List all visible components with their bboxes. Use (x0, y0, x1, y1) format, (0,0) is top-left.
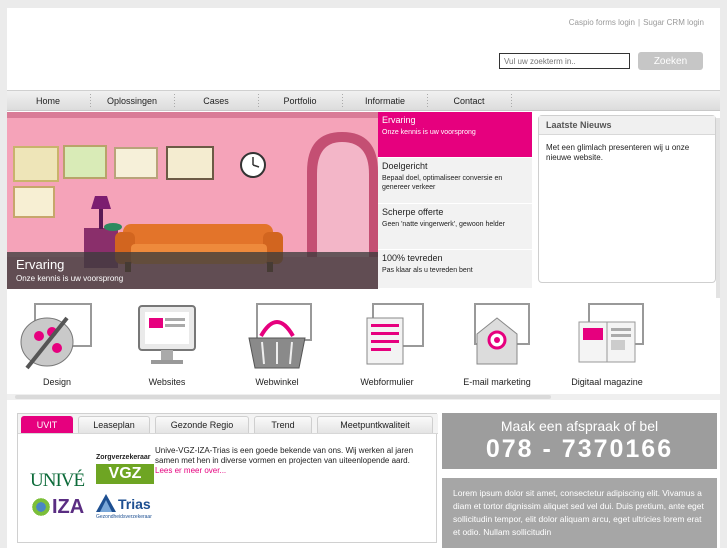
service-email-marketing[interactable]: E-mail marketing (447, 298, 547, 390)
nav-separator (174, 94, 175, 108)
slider-tab-title: 100% tevreden (382, 253, 443, 263)
service-webformulier[interactable]: Webformulier (337, 298, 437, 390)
slider-tab-scherpe-offerte[interactable]: Scherpe offerte Geen 'natte vingerwerk',… (378, 204, 532, 250)
service-label: Webformulier (360, 377, 414, 387)
nav-item-portfolio[interactable]: Portfolio (260, 91, 340, 111)
email-icon (474, 303, 530, 365)
service-webwinkel[interactable]: Webwinkel (227, 298, 327, 390)
news-title: Laatste Nieuws (539, 116, 715, 135)
slider-tab-subtitle: Onze kennis is uw voorsprong (382, 129, 476, 136)
main-nav: Home Oplossingen Cases Portfolio Informa… (7, 90, 720, 111)
tab-gezonde-regio[interactable]: Gezonde Regio (155, 416, 249, 433)
search-input[interactable] (499, 53, 630, 69)
trias-subtitle: Gezondheidsverzekeraar (96, 514, 152, 520)
nav-separator (427, 94, 428, 108)
magazine-icon (578, 303, 644, 363)
nav-separator (342, 94, 343, 108)
partners-tab-bar: UVIT Leaseplan Gezonde Regio Trend Meetp… (18, 414, 438, 434)
slider-tab-subtitle: Geen 'natte vingerwerk', gewoon helder (382, 221, 505, 228)
iza-logo: IZA (52, 496, 85, 518)
page: Caspio forms login|Sugar CRM login Zoeke… (7, 8, 720, 548)
service-label: Webwinkel (255, 377, 299, 387)
slider-tab-title: Doelgericht (382, 161, 428, 171)
call-to-action[interactable]: Maak een afspraak of bel 078 - 7370166 (442, 413, 717, 469)
service-label: Digitaal magazine (571, 377, 643, 387)
tab-uvit[interactable]: UVIT (21, 416, 73, 433)
tab-leaseplan[interactable]: Leaseplan (78, 416, 150, 433)
link-separator: | (638, 18, 641, 27)
slider-caption-subtitle: Onze kennis is uw voorsprong (16, 274, 124, 283)
slider-tab-ervaring[interactable]: Ervaring Onze kennis is uw voorsprong (378, 112, 532, 158)
service-design[interactable]: Design (7, 298, 107, 390)
phone-number[interactable]: 078 - 7370166 (442, 435, 717, 464)
news-text: Met een glimlach presenteren wij u onze … (546, 143, 690, 162)
nav-separator (511, 94, 512, 108)
caspio-login-link[interactable]: Caspio forms login (569, 18, 635, 27)
slider-tab-title: Scherpe offerte (382, 207, 444, 217)
nav-item-home[interactable]: Home (8, 91, 88, 111)
zorgverzekeraar-label: Zorgverzekeraar (96, 454, 151, 461)
news-box: Laatste Nieuws Met een glimlach presente… (538, 115, 716, 283)
slider-tab-doelgericht[interactable]: Doelgericht Bepaal doel, optimaliseer co… (378, 158, 532, 204)
nav-item-oplossingen[interactable]: Oplossingen (92, 91, 172, 111)
search-button[interactable]: Zoeken (638, 52, 703, 70)
slider-tab-tevreden[interactable]: 100% tevreden Pas klaar als u tevreden b… (378, 250, 532, 289)
trias-triangle-icon (96, 494, 116, 512)
partners-text: Unive-VGZ-IZA-Trias is een goede bekende… (155, 446, 414, 465)
nav-item-cases[interactable]: Cases (176, 91, 256, 111)
service-label: E-mail marketing (463, 377, 531, 387)
service-label: Websites (148, 377, 186, 387)
unive-logo: UNIVÉ (30, 470, 85, 491)
service-label: Design (42, 377, 71, 387)
hero-slider: Ervaring Onze kennis is uw voorsprong Er… (7, 112, 532, 289)
vertical-scrollbar[interactable] (716, 118, 720, 298)
partners-panel: UVIT Leaseplan Gezonde Regio Trend Meetp… (17, 413, 438, 543)
info-text: Lorem ipsum dolor sit amet, consectetur … (453, 488, 704, 537)
form-icon (366, 303, 424, 365)
iza-mark-icon (32, 494, 50, 520)
tab-trend[interactable]: Trend (254, 416, 312, 433)
scrollbar-thumb[interactable] (15, 395, 551, 399)
palette-icon (20, 303, 92, 370)
monitor-icon (138, 305, 196, 364)
nav-item-informatie[interactable]: Informatie (345, 91, 425, 111)
vgz-logo: VGZ (96, 464, 154, 484)
services-row: Design Websites Webwinkel Webformulier E… (7, 298, 720, 390)
shopping-basket-icon (248, 303, 312, 369)
partners-description: Unive-VGZ-IZA-Trias is een goede bekende… (155, 446, 433, 476)
horizontal-scrollbar[interactable] (7, 394, 720, 400)
sugarcrm-login-link[interactable]: Sugar CRM login (643, 18, 704, 27)
nav-separator (258, 94, 259, 108)
slider-tab-subtitle: Pas klaar als u tevreden bent (382, 267, 473, 274)
info-box: Lorem ipsum dolor sit amet, consectetur … (442, 478, 717, 548)
slider-tab-title: Ervaring (382, 115, 416, 125)
partner-logos: UNIVÉ Zorgverzekeraar VGZ IZA Trias Gezo… (30, 450, 155, 540)
top-links: Caspio forms login | Sugar CRM login (569, 18, 704, 27)
nav-separator (90, 94, 91, 108)
service-digitaal-magazine[interactable]: Digitaal magazine (557, 298, 657, 390)
trias-logo: Trias (118, 496, 151, 512)
read-more-link[interactable]: Lees er meer over... (155, 466, 226, 475)
slider-caption-title: Ervaring (16, 257, 65, 272)
service-websites[interactable]: Websites (117, 298, 217, 390)
slider-tab-subtitle: Bepaal doel, optimaliseer conversie en g… (382, 175, 503, 191)
nav-item-contact[interactable]: Contact (429, 91, 509, 111)
tab-meetpuntkwaliteit[interactable]: Meetpuntkwaliteit (317, 416, 433, 433)
cta-title: Maak een afspraak of bel (500, 418, 659, 434)
